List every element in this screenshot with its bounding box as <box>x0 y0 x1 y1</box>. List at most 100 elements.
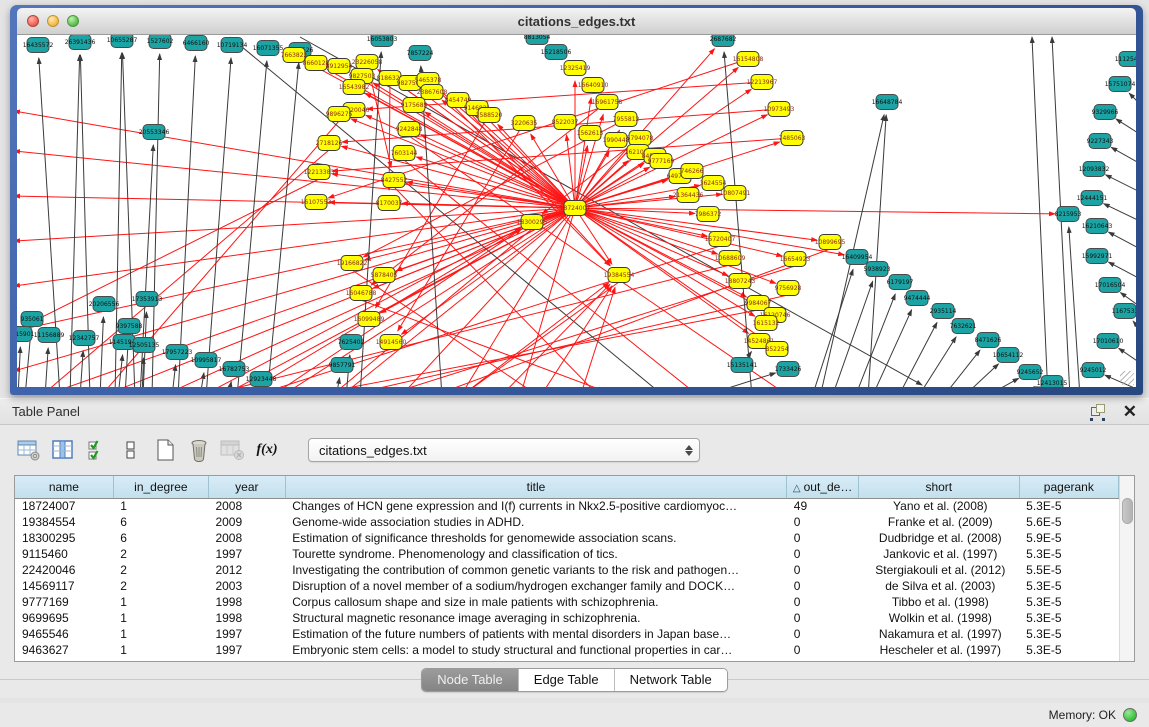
graph-node[interactable]: 15751074 <box>1105 77 1136 92</box>
graph-node[interactable]: 8522037 <box>552 115 579 130</box>
graph-node[interactable]: 12444151 <box>1077 191 1108 206</box>
graph-node[interactable]: 9896275 <box>326 107 353 122</box>
graph-node[interactable]: 21364436 <box>673 188 704 203</box>
cell-out_degree[interactable]: 0 <box>787 562 859 578</box>
cell-title[interactable]: Disruption of a novel member of a sodium… <box>285 578 787 594</box>
cell-in_degree[interactable]: 6 <box>113 530 208 546</box>
cell-out_degree[interactable]: 0 <box>787 530 859 546</box>
cell-pagerank[interactable]: 5.6E-5 <box>1019 514 1118 530</box>
graph-node[interactable]: 12342757 <box>69 331 100 346</box>
graph-node[interactable]: 12413015 <box>1037 376 1068 388</box>
black-edge[interactable] <box>832 281 873 387</box>
cell-out_degree[interactable]: 0 <box>787 642 859 658</box>
graph-node[interactable]: 26391436 <box>65 35 96 50</box>
cell-name[interactable]: 9465546 <box>15 626 113 642</box>
graph-node[interactable]: 9227343 <box>1087 134 1114 149</box>
cell-short[interactable]: Dudbridge et al. (2008) <box>858 530 1019 546</box>
graph-node[interactable]: 15720407 <box>705 232 736 247</box>
cell-name[interactable]: 9777169 <box>15 594 113 610</box>
black-edge[interactable] <box>237 61 267 387</box>
black-edge[interactable] <box>1106 175 1136 195</box>
graph-node[interactable]: 9857791 <box>329 358 356 373</box>
graph-node[interactable]: 1990448 <box>603 133 630 148</box>
black-edge[interactable] <box>200 373 204 387</box>
table-row[interactable]: 1872400712008Changes of HCN gene express… <box>15 498 1119 514</box>
cell-pagerank[interactable]: 5.3E-5 <box>1019 594 1118 610</box>
graph-node[interactable]: 6466160 <box>183 36 210 51</box>
cell-year[interactable]: 1998 <box>208 610 285 626</box>
cell-name[interactable]: 9699695 <box>15 610 113 626</box>
graph-node[interactable]: 8427552 <box>381 173 408 188</box>
cell-name[interactable]: 18300295 <box>15 530 113 546</box>
table-scrollbar[interactable] <box>1119 476 1134 661</box>
graph-node[interactable]: 17353913 <box>132 292 163 307</box>
graph-node[interactable]: 7857224 <box>407 46 434 61</box>
red-edge[interactable] <box>460 283 609 387</box>
black-edge[interactable] <box>985 378 1019 387</box>
graph-node[interactable]: 12505135 <box>129 338 160 353</box>
graph-node[interactable]: 2588520 <box>476 108 503 123</box>
cell-out_degree[interactable]: 0 <box>787 578 859 594</box>
float-panel-icon[interactable] <box>1091 404 1107 420</box>
column-header-year[interactable]: year <box>208 476 285 498</box>
cell-short[interactable]: Nakamura et al. (1997) <box>858 626 1019 642</box>
graph-node[interactable]: 9777169 <box>648 154 675 169</box>
graph-node[interactable]: 3624554 <box>700 176 727 191</box>
graph-node[interactable]: 18807243 <box>725 274 756 289</box>
black-edge[interactable] <box>812 269 853 387</box>
black-edge[interactable] <box>1032 37 1048 387</box>
cell-in_degree[interactable]: 1 <box>113 610 208 626</box>
cell-in_degree[interactable]: 6 <box>113 514 208 530</box>
red-edge[interactable] <box>17 208 575 241</box>
red-edge[interactable] <box>500 284 610 387</box>
graph-node[interactable]: 1562615 <box>577 126 604 141</box>
graph-node[interactable]: 15218506 <box>541 45 572 60</box>
graph-node[interactable]: 8813054 <box>524 35 551 45</box>
tab-node-table[interactable]: Node Table <box>422 669 519 691</box>
cell-year[interactable]: 1997 <box>208 546 285 562</box>
graph-node[interactable]: 9474444 <box>904 291 931 306</box>
cell-title[interactable]: Changes of HCN gene expression and I(f) … <box>285 498 787 514</box>
graph-node[interactable]: 746266 <box>681 164 704 179</box>
graph-node[interactable]: 16961758 <box>592 95 623 110</box>
function-builder-icon[interactable]: f(x) <box>252 436 282 464</box>
network-canvas[interactable]: 1643557226391436106552871527602646616010… <box>17 35 1136 387</box>
cell-short[interactable]: Hescheler et al. (1997) <box>858 642 1019 658</box>
graph-node[interactable]: 17016504 <box>1095 278 1126 293</box>
cell-short[interactable]: Tibbo et al. (1998) <box>858 594 1019 610</box>
graph-node[interactable]: 16046788 <box>346 286 377 301</box>
table-row[interactable]: 969969511998Structural magnetic resonanc… <box>15 610 1119 626</box>
graph-node[interactable]: 10688609 <box>715 251 746 266</box>
cell-title[interactable]: Estimation of the future numbers of pati… <box>285 626 787 642</box>
graph-node[interactable]: 10654112 <box>993 348 1024 363</box>
scrollbar-thumb[interactable] <box>1122 498 1133 524</box>
black-edge[interactable] <box>963 364 998 387</box>
cell-name[interactable]: 18724007 <box>15 498 113 514</box>
graph-node[interactable]: 12093832 <box>1079 162 1110 177</box>
black-edge[interactable] <box>100 317 103 387</box>
black-edge[interactable] <box>152 54 160 387</box>
graph-node[interactable]: 8170037 <box>376 196 403 211</box>
column-header-out_degree[interactable]: △out_de… <box>787 476 859 498</box>
graph-node[interactable]: 20206556 <box>89 297 120 312</box>
graph-node[interactable]: 5878405 <box>371 268 398 283</box>
red-edge[interactable] <box>200 228 520 387</box>
red-edge[interactable] <box>580 287 615 387</box>
graph-node[interactable]: 7632621 <box>950 319 977 334</box>
table-selector-dropdown[interactable]: citations_edges.txt <box>308 438 700 462</box>
graph-node[interactable]: 16210643 <box>1082 219 1113 234</box>
graph-node[interactable]: 935061 <box>21 312 44 327</box>
black-edge[interactable] <box>336 378 340 387</box>
graph-node[interactable]: 16654923 <box>780 252 811 267</box>
black-edge[interactable] <box>943 350 980 387</box>
graph-node[interactable]: 1527602 <box>147 35 174 49</box>
graph-node[interactable]: 16782753 <box>219 362 250 377</box>
red-edge[interactable] <box>567 135 575 208</box>
graph-node[interactable]: 8912954 <box>326 59 353 74</box>
red-edge[interactable] <box>460 282 619 387</box>
graph-node[interactable]: 17010610 <box>1093 334 1124 349</box>
graph-node[interactable]: 6179197 <box>887 275 914 290</box>
cell-name[interactable]: 19384554 <box>15 514 113 530</box>
black-edge[interactable] <box>898 323 937 387</box>
cell-name[interactable]: 9463627 <box>15 642 113 658</box>
